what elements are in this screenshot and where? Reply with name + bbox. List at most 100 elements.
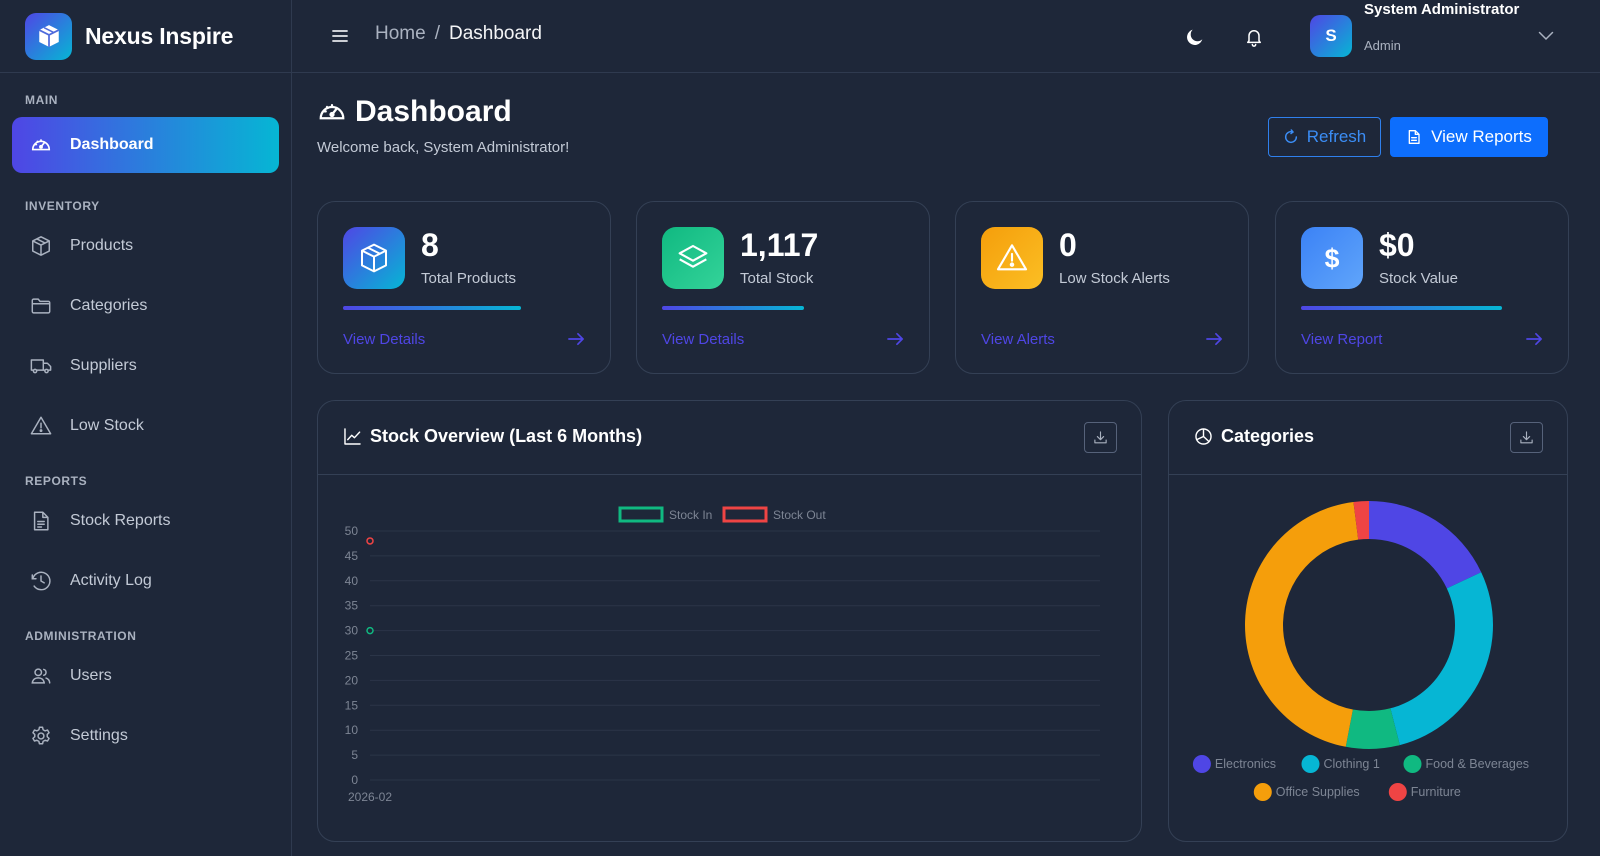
page-title: Dashboard [317, 95, 569, 129]
sidebar-item-suppliers[interactable]: Suppliers [12, 338, 279, 394]
breadcrumb: Home / Dashboard [375, 23, 542, 45]
brand-name: Nexus Inspire [85, 22, 234, 49]
nav-section-reports: REPORTS [25, 474, 88, 488]
stat-value: $0 [1379, 227, 1415, 263]
sidebar-item-label: Settings [70, 727, 128, 744]
stat-progress-bar [343, 306, 521, 310]
categories-donut-chart: Electronics Clothing 1 Food & Beverages Off… [1192, 501, 1530, 801]
breadcrumb-current: Dashboard [448, 23, 542, 44]
legend-swatch [1388, 783, 1407, 801]
nav-section-main: MAIN [25, 93, 59, 107]
legend-label: Stock Out [773, 508, 826, 522]
sidebar-item-label: Stock Reports [70, 512, 171, 529]
svg-text:$: $ [1325, 243, 1340, 273]
stat-card-low-stock-alerts: 0 Low Stock Alerts View Alerts [955, 201, 1249, 374]
user-name[interactable]: System Administrator [1364, 1, 1519, 18]
legend-swatch [618, 506, 664, 523]
stat-label: Total Products [421, 270, 517, 287]
view-details-link[interactable]: View Details [662, 331, 744, 348]
sidebar-item-label: Dashboard [70, 136, 154, 153]
truck-icon [29, 354, 53, 378]
legend-swatch [1192, 755, 1211, 773]
panel-title: Stock Overview (Last 6 Months) [343, 426, 642, 447]
avatar[interactable]: S [1310, 15, 1352, 57]
brand[interactable]: Nexus Inspire [0, 0, 291, 73]
refresh-label: Refresh [1306, 127, 1367, 146]
pie-chart-icon [1194, 427, 1213, 446]
user-role: Admin [1364, 38, 1401, 53]
moon-icon[interactable] [1182, 24, 1208, 50]
stat-label: Stock Value [1379, 270, 1458, 287]
folder-icon [29, 294, 53, 318]
stat-card-stock-value: $ $0 Stock Value View Report [1275, 201, 1569, 374]
y-tick-label: 15 [345, 698, 359, 712]
panel-header: Categories [1169, 401, 1567, 475]
download-icon[interactable] [1084, 422, 1117, 453]
arrow-right-icon[interactable] [887, 332, 904, 346]
view-details-link[interactable]: View Details [343, 331, 425, 348]
gear-icon [29, 724, 53, 748]
arrow-right-icon[interactable] [1206, 332, 1223, 346]
nav-section-administration: ADMINISTRATION [25, 629, 137, 643]
sidebar-item-label: Activity Log [70, 572, 152, 589]
sidebar-item-label: Suppliers [70, 357, 137, 374]
legend-label: Furniture [1411, 785, 1461, 799]
stat-progress-bar [662, 306, 804, 310]
legend-swatch [1301, 755, 1320, 773]
nav-section-inventory: INVENTORY [25, 199, 100, 213]
refresh-button[interactable]: Refresh [1268, 117, 1381, 157]
clock-icon [29, 569, 53, 593]
sidebar-item-dashboard[interactable]: Dashboard [12, 117, 279, 173]
legend-label: Electronics [1215, 757, 1276, 771]
box-icon [29, 234, 53, 258]
x-tick-label: 2026-02 [348, 790, 392, 804]
breadcrumb-home[interactable]: Home [375, 23, 426, 45]
stat-value: 0 [1059, 227, 1077, 263]
dollar-icon: $ [1301, 227, 1363, 289]
gauge-icon [317, 97, 347, 127]
menu-toggle-icon[interactable] [328, 24, 352, 48]
sidebar-item-products[interactable]: Products [12, 218, 279, 274]
stat-card-total-stock: 1,117 Total Stock View Details [636, 201, 930, 374]
brand-logo-icon [25, 12, 72, 60]
legend-label: Food & Beverages [1426, 757, 1530, 771]
legend-label: Office Supplies [1276, 785, 1360, 799]
legend-swatch [1403, 755, 1422, 773]
sidebar-item-stock-reports[interactable]: Stock Reports [12, 493, 279, 549]
line-chart-icon [343, 427, 362, 446]
panel-title-text: Categories [1221, 426, 1315, 446]
arrow-right-icon[interactable] [1526, 332, 1543, 346]
stat-value: 1,117 [740, 227, 819, 263]
pie-slice [1369, 501, 1482, 589]
stat-progress-bar [1301, 306, 1502, 310]
warning-icon [981, 227, 1043, 289]
y-tick-label: 20 [345, 673, 359, 687]
sidebar-item-label: Users [70, 667, 112, 684]
sidebar-item-activity-log[interactable]: Activity Log [12, 553, 279, 609]
stat-label: Low Stock Alerts [1059, 270, 1170, 287]
y-tick-label: 40 [345, 574, 359, 588]
sidebar-item-settings[interactable]: Settings [12, 708, 279, 764]
y-tick-label: 10 [345, 723, 359, 737]
legend-label: Clothing 1 [1324, 757, 1380, 771]
view-report-link[interactable]: View Report [1301, 331, 1382, 348]
view-alerts-link[interactable]: View Alerts [981, 331, 1055, 348]
data-point [366, 537, 374, 545]
sidebar: Nexus Inspire MAIN Dashboard INVENTORY P… [0, 0, 292, 856]
sidebar-item-categories[interactable]: Categories [12, 278, 279, 334]
sidebar-item-users[interactable]: Users [12, 648, 279, 704]
panel-title-text: Stock Overview (Last 6 Months) [370, 426, 643, 446]
gauge-icon [29, 133, 53, 157]
sidebar-item-low-stock[interactable]: Low Stock [12, 398, 279, 454]
view-reports-button[interactable]: View Reports [1390, 117, 1548, 157]
chevron-down-icon[interactable] [1538, 28, 1554, 46]
arrow-right-icon[interactable] [568, 332, 585, 346]
y-tick-label: 45 [345, 549, 359, 563]
sidebar-item-label: Low Stock [70, 417, 144, 434]
y-tick-label: 5 [351, 748, 358, 762]
download-icon[interactable] [1510, 422, 1543, 453]
bell-icon[interactable] [1241, 24, 1267, 50]
page-subtitle: Welcome back, System Administrator! [317, 139, 570, 156]
file-icon [1406, 128, 1422, 146]
pie-slice [1345, 708, 1400, 749]
